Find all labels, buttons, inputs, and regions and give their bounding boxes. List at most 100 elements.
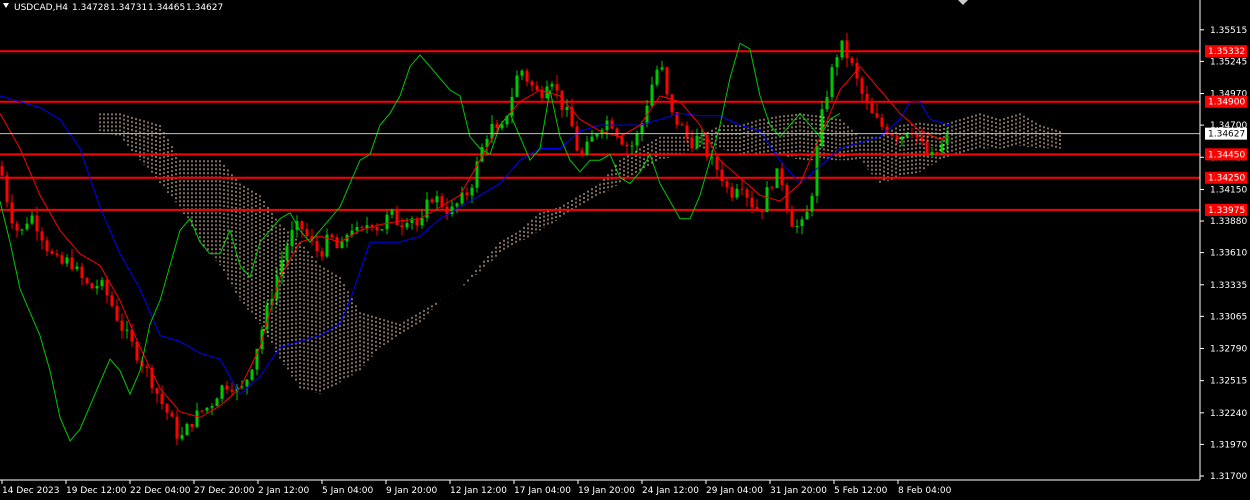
candle-down — [0, 166, 4, 176]
candle-down — [335, 237, 339, 249]
y-tick-label: 1.33335 — [1210, 281, 1247, 291]
candle-down — [625, 144, 629, 147]
candle-up — [355, 226, 359, 231]
candle-up — [660, 67, 664, 70]
candle-up — [185, 423, 189, 436]
candle-up — [65, 257, 69, 264]
x-tick-label: 27 Dec 20:00 — [194, 486, 255, 496]
candle-down — [880, 117, 884, 127]
candle-up — [940, 143, 944, 153]
candle-down — [15, 223, 19, 231]
candle-down — [45, 240, 49, 252]
candle-up — [695, 135, 699, 149]
candle-down — [430, 199, 434, 203]
level-label-text: 1.33975 — [1208, 206, 1245, 216]
candle-down — [175, 416, 179, 439]
candle-down — [895, 135, 899, 140]
candle-up — [840, 40, 844, 58]
ichimoku-cloud — [99, 113, 1061, 395]
candle-up — [390, 209, 394, 215]
candle-up — [25, 223, 29, 230]
candle-down — [5, 175, 9, 203]
candle-down — [935, 152, 939, 154]
candle-up — [930, 152, 934, 155]
candle-down — [610, 120, 614, 129]
candle-down — [850, 58, 854, 63]
candle-up — [500, 124, 504, 129]
kijun-line — [0, 95, 951, 395]
candle-up — [220, 385, 224, 399]
ohlc-open: 1.34728 — [72, 3, 109, 13]
candle-up — [95, 285, 99, 289]
candle-up — [765, 187, 769, 213]
candle-up — [590, 136, 594, 142]
y-tick-label: 1.33610 — [1210, 249, 1247, 259]
level-label-text: 1.34900 — [1208, 98, 1245, 108]
candle-up — [470, 187, 474, 196]
candle-up — [100, 280, 104, 286]
y-tick-label: 1.31970 — [1210, 440, 1247, 450]
candle-down — [665, 67, 669, 95]
symbol-label: USDCAD,H4 — [14, 3, 68, 13]
candle-down — [105, 280, 109, 296]
candle-up — [405, 222, 409, 228]
candle-up — [650, 84, 654, 106]
candle-up — [815, 146, 819, 196]
candle-down — [85, 278, 89, 284]
y-tick-label: 1.35515 — [1210, 26, 1247, 36]
candle-down — [135, 341, 139, 361]
candle-up — [340, 241, 344, 249]
candle-down — [750, 197, 754, 208]
level-label-text: 1.34250 — [1208, 174, 1245, 184]
price-chart[interactable]: 1.355151.352451.349701.347001.344251.341… — [0, 0, 1250, 500]
ohlc-close: 1.34627 — [186, 3, 223, 13]
candle-up — [550, 84, 554, 87]
candle-down — [375, 226, 379, 231]
candle-up — [420, 217, 424, 226]
x-tick-label: 17 Jan 04:00 — [514, 486, 571, 496]
candle-down — [315, 240, 319, 252]
candle-down — [70, 257, 74, 270]
candle-down — [690, 137, 694, 149]
candlestick-series — [0, 32, 949, 446]
candle-up — [585, 141, 589, 155]
level-label-text: 1.34450 — [1208, 150, 1245, 160]
candle-down — [170, 412, 174, 417]
candle-up — [215, 398, 219, 407]
candle-down — [305, 228, 309, 237]
chart-menu-icon[interactable] — [3, 3, 9, 8]
candle-down — [715, 156, 719, 170]
x-tick-label: 22 Dec 04:00 — [130, 486, 191, 496]
x-tick-label: 2 Jan 12:00 — [258, 486, 310, 496]
candle-down — [90, 283, 94, 289]
scroll-marker-icon[interactable] — [958, 0, 968, 5]
candle-up — [450, 206, 454, 215]
candle-down — [50, 251, 54, 254]
ohlc-low: 1.34465 — [148, 3, 185, 13]
candle-down — [395, 209, 399, 225]
candle-down — [40, 231, 44, 241]
candle-up — [810, 195, 814, 212]
candle-down — [145, 366, 149, 368]
candle-up — [820, 109, 824, 147]
candle-down — [785, 185, 789, 210]
current-price-text: 1.34627 — [1208, 130, 1245, 140]
x-tick-label: 5 Jan 04:00 — [322, 486, 374, 496]
candle-down — [745, 189, 749, 198]
candle-up — [515, 75, 519, 97]
candle-down — [755, 207, 759, 211]
candle-up — [830, 67, 834, 97]
candle-down — [845, 40, 849, 59]
x-tick-label: 24 Jan 12:00 — [642, 486, 699, 496]
candle-down — [10, 202, 14, 224]
candle-up — [380, 229, 384, 231]
candle-up — [800, 219, 804, 226]
candle-down — [35, 215, 39, 232]
ohlc-high: 1.34731 — [110, 3, 147, 13]
candle-down — [115, 305, 119, 321]
candle-down — [720, 169, 724, 182]
candle-down — [330, 234, 334, 238]
candle-up — [520, 70, 524, 76]
candle-down — [760, 210, 764, 213]
candle-down — [535, 85, 539, 91]
